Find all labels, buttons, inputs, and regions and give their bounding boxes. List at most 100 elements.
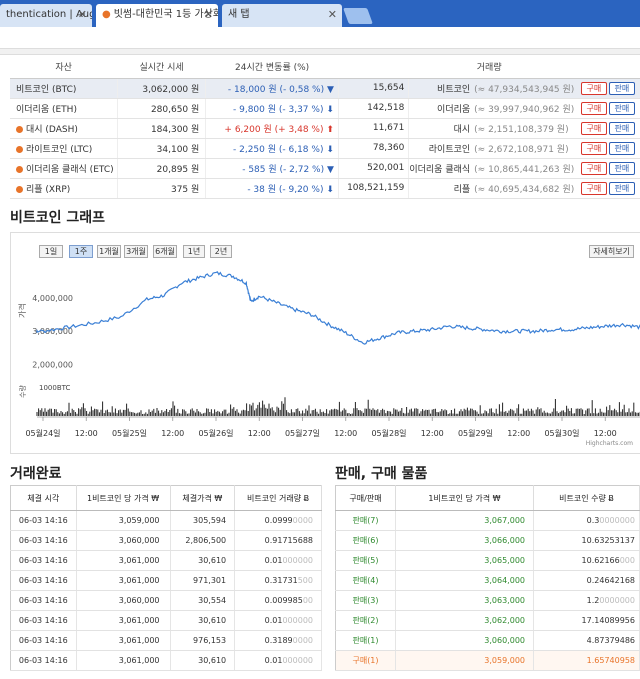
coin-name[interactable]: 이더리움 클래식 (ETC) [10, 158, 118, 179]
order-side: 판매(5) [335, 550, 396, 571]
amount-value: 0.01 [264, 656, 283, 665]
order-row[interactable]: 판매(2) 3,062,000 17.14089956 [335, 610, 640, 631]
order-side: 구매(1) [335, 650, 396, 671]
table-row[interactable]: 리플 (XRP) 375 원 - 38 원 (- 9,20 %) ⬇ 108,5… [10, 178, 640, 199]
close-icon[interactable]: ✕ [78, 4, 87, 25]
order-row[interactable]: 판매(4) 3,064,000 0.24642168 [335, 570, 640, 591]
amount-padding: 500 [297, 576, 313, 585]
coin-volume: 11,671 [338, 118, 410, 139]
x-tick-label: 12:00 [334, 429, 357, 438]
amount-padding: 00 [302, 596, 313, 605]
order-row[interactable]: 판매(5) 3,065,000 10.62166000 [335, 550, 640, 571]
address-bar[interactable] [0, 27, 640, 49]
price-line [36, 271, 640, 345]
coin-change: - 2,250 원 (- 6,18 %) ⬇ [205, 138, 339, 159]
trade-cell: 30,610 [170, 610, 236, 631]
order-qty: 0.24642168 [533, 570, 640, 591]
trade-amount: 0.00998500 [234, 590, 322, 611]
coin-change: - 18,000 원 (- 0,58 %) ▼ [205, 78, 339, 99]
coin-name[interactable]: 라이트코인 (LTC) [10, 138, 118, 159]
trade-cell: 3,059,000 [76, 510, 171, 531]
orders-title: 판매, 구매 물품 [335, 466, 428, 482]
qty-value: 0.3 [586, 516, 600, 525]
change-value: - 9,800 원 (- 3,37 %) [233, 104, 324, 115]
trade-amount: 0.91715688 [234, 530, 322, 551]
order-qty: 17.14089956 [533, 610, 640, 631]
buy-button[interactable]: 구매 [580, 81, 607, 95]
trade-buttons: 구매 판매 [580, 178, 640, 199]
trade-amount: 0.01000000 [234, 610, 322, 631]
coin-name[interactable]: 리플 (XRP) [10, 178, 118, 199]
table-row[interactable]: 이더리움 클래식 (ETC) 20,895 원 - 585 원 (- 2,72 … [10, 158, 640, 179]
coin-price: 184,300 원 [117, 118, 207, 139]
sell-button[interactable]: 판매 [608, 141, 635, 155]
order-row[interactable]: 판매(7) 3,067,000 0.30000000 [335, 510, 640, 531]
order-row[interactable]: 판매(1) 3,060,000 4.87379486 [335, 630, 640, 651]
coin-change: - 9,800 원 (- 3,37 %) ⬇ [205, 98, 339, 119]
table-row[interactable]: 라이트코인 (LTC) 34,100 원 - 2,250 원 (- 6,18 %… [10, 138, 640, 159]
trades-title: 거래완료 [10, 466, 62, 482]
close-icon[interactable]: ✕ [204, 4, 213, 25]
bookmark-bar [0, 49, 640, 55]
coin-name-text: 비트코인 (BTC) [16, 84, 77, 95]
volume-axis-label: 수량 [19, 385, 27, 398]
trade-cell: 976,153 [170, 630, 236, 651]
sell-button[interactable]: 판매 [608, 181, 635, 195]
coin-volume-krw: (≈ 40,695,434,682 원) [472, 178, 581, 199]
coin-name-text: 리플 (XRP) [26, 184, 71, 195]
y-tick-label: 4,000,000 [32, 294, 73, 303]
col-volume: 거래량 [338, 56, 640, 79]
col-asset: 자산 [10, 56, 118, 79]
sell-button[interactable]: 판매 [608, 101, 635, 115]
sell-button[interactable]: 판매 [608, 161, 635, 175]
tab-label: 새 탭 [228, 9, 250, 20]
col-qty: 비트코인 수량 Ƀ [533, 485, 640, 511]
coin-volume-krw: (≈ 47,934,543,945 원) [472, 78, 581, 99]
amount-padding: 0000 [292, 636, 313, 645]
trade-cell: 30,610 [170, 550, 236, 571]
change-value: - 38 원 (- 9,20 %) [247, 184, 324, 195]
order-row[interactable]: 구매(1) 3,059,000 1.65740958 [335, 650, 640, 671]
browser-tab-new[interactable]: 새 탭 ✕ [222, 4, 342, 27]
trade-cell: 06-03 14:16 [10, 510, 77, 531]
order-row[interactable]: 판매(6) 3,066,000 10.63253137 [335, 530, 640, 551]
coin-name[interactable]: 이더리움 (ETH) [10, 98, 118, 119]
tab-label: 빗썸-대한민국 1등 가상화 [113, 9, 218, 20]
order-qty: 10.62166000 [533, 550, 640, 571]
browser-tab-bithumb[interactable]: ● 빗썸-대한민국 1등 가상화 ✕ [96, 4, 218, 27]
buy-button[interactable]: 구매 [580, 121, 607, 135]
coin-change: + 6,200 원 (+ 3,48 %) ⬆ [205, 118, 339, 139]
browser-tab-augur[interactable]: thentication | Augur ✕ [0, 4, 92, 27]
table-row[interactable]: 이더리움 (ETH) 280,650 원 - 9,800 원 (- 3,37 %… [10, 98, 640, 119]
table-row[interactable]: 비트코인 (BTC) 3,062,000 원 - 18,000 원 (- 0,5… [10, 78, 640, 99]
amount-value: 0.31731 [264, 576, 298, 585]
trade-buttons: 구매 판매 [580, 78, 640, 99]
buy-button[interactable]: 구매 [580, 161, 607, 175]
sell-button[interactable]: 판매 [608, 81, 635, 95]
table-row[interactable]: 대시 (DASH) 184,300 원 + 6,200 원 (+ 3,48 %)… [10, 118, 640, 139]
order-side: 판매(4) [335, 570, 396, 591]
coin-name[interactable]: 비트코인 (BTC) [10, 78, 118, 99]
arrow-down-icon: ▼ [326, 84, 334, 95]
trade-buttons: 구매 판매 [580, 98, 640, 119]
order-row[interactable]: 판매(3) 3,063,000 1.20000000 [335, 590, 640, 611]
order-price: 3,064,000 [395, 570, 534, 591]
qty-value: 1.65740958 [586, 656, 635, 665]
trade-cell: 06-03 14:16 [10, 590, 77, 611]
qty-value: 0.24642168 [586, 576, 635, 585]
buy-button[interactable]: 구매 [580, 101, 607, 115]
new-tab-button[interactable] [343, 8, 373, 24]
close-icon[interactable]: ✕ [328, 4, 337, 25]
trade-cell: 30,610 [170, 650, 236, 671]
amount-padding: 000000 [282, 556, 313, 565]
price-chart: 1일 1주 1개월 3개월 6개월 1년 2년 자세히보기 4,000,000 3,000,0… [10, 232, 640, 454]
table-row: 06-03 14:16 3,061,000 30,610 0.01000000 [10, 650, 322, 671]
buy-button[interactable]: 구매 [580, 141, 607, 155]
trades-table: 체결 시각 1비트코인 당 가격 ₩ 체결가격 ₩ 비트코인 거래량 Ƀ 06-… [10, 485, 322, 671]
trade-cell: 3,061,000 [76, 610, 171, 631]
coin-name[interactable]: 대시 (DASH) [10, 118, 118, 139]
order-qty: 0.30000000 [533, 510, 640, 531]
coin-volume-krw: (≈ 10,865,441,263 원) [472, 158, 581, 179]
sell-button[interactable]: 판매 [608, 121, 635, 135]
buy-button[interactable]: 구매 [580, 181, 607, 195]
